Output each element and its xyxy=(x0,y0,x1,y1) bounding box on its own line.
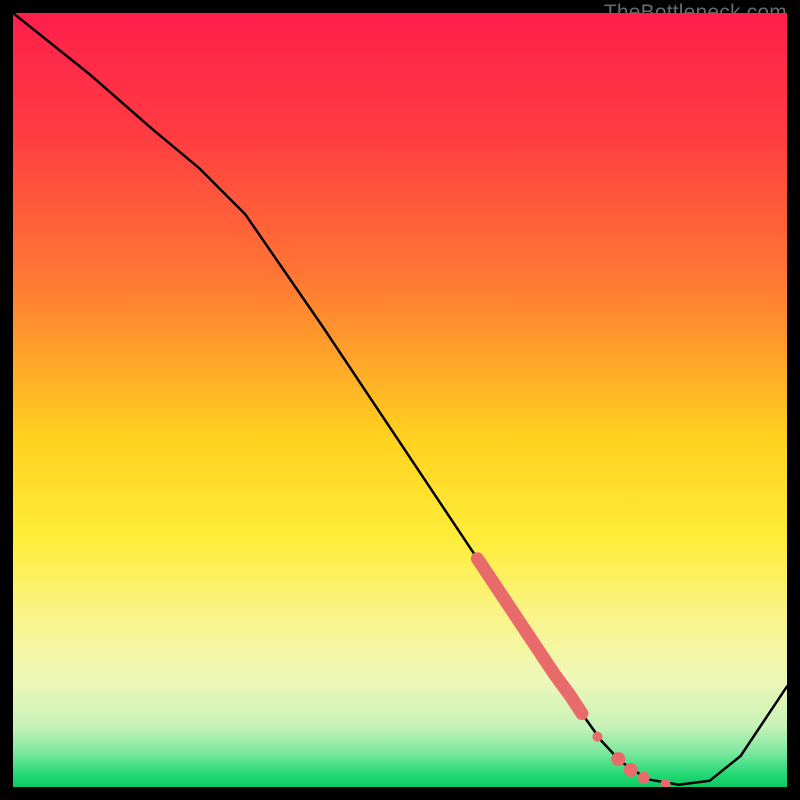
highlight-point xyxy=(624,763,638,777)
highlight-point xyxy=(592,732,602,742)
chart-frame: TheBottleneck.com xyxy=(13,13,787,787)
highlight-point xyxy=(611,752,625,766)
gradient-background xyxy=(13,13,787,787)
chart-svg xyxy=(13,13,787,787)
highlight-point xyxy=(638,772,650,784)
